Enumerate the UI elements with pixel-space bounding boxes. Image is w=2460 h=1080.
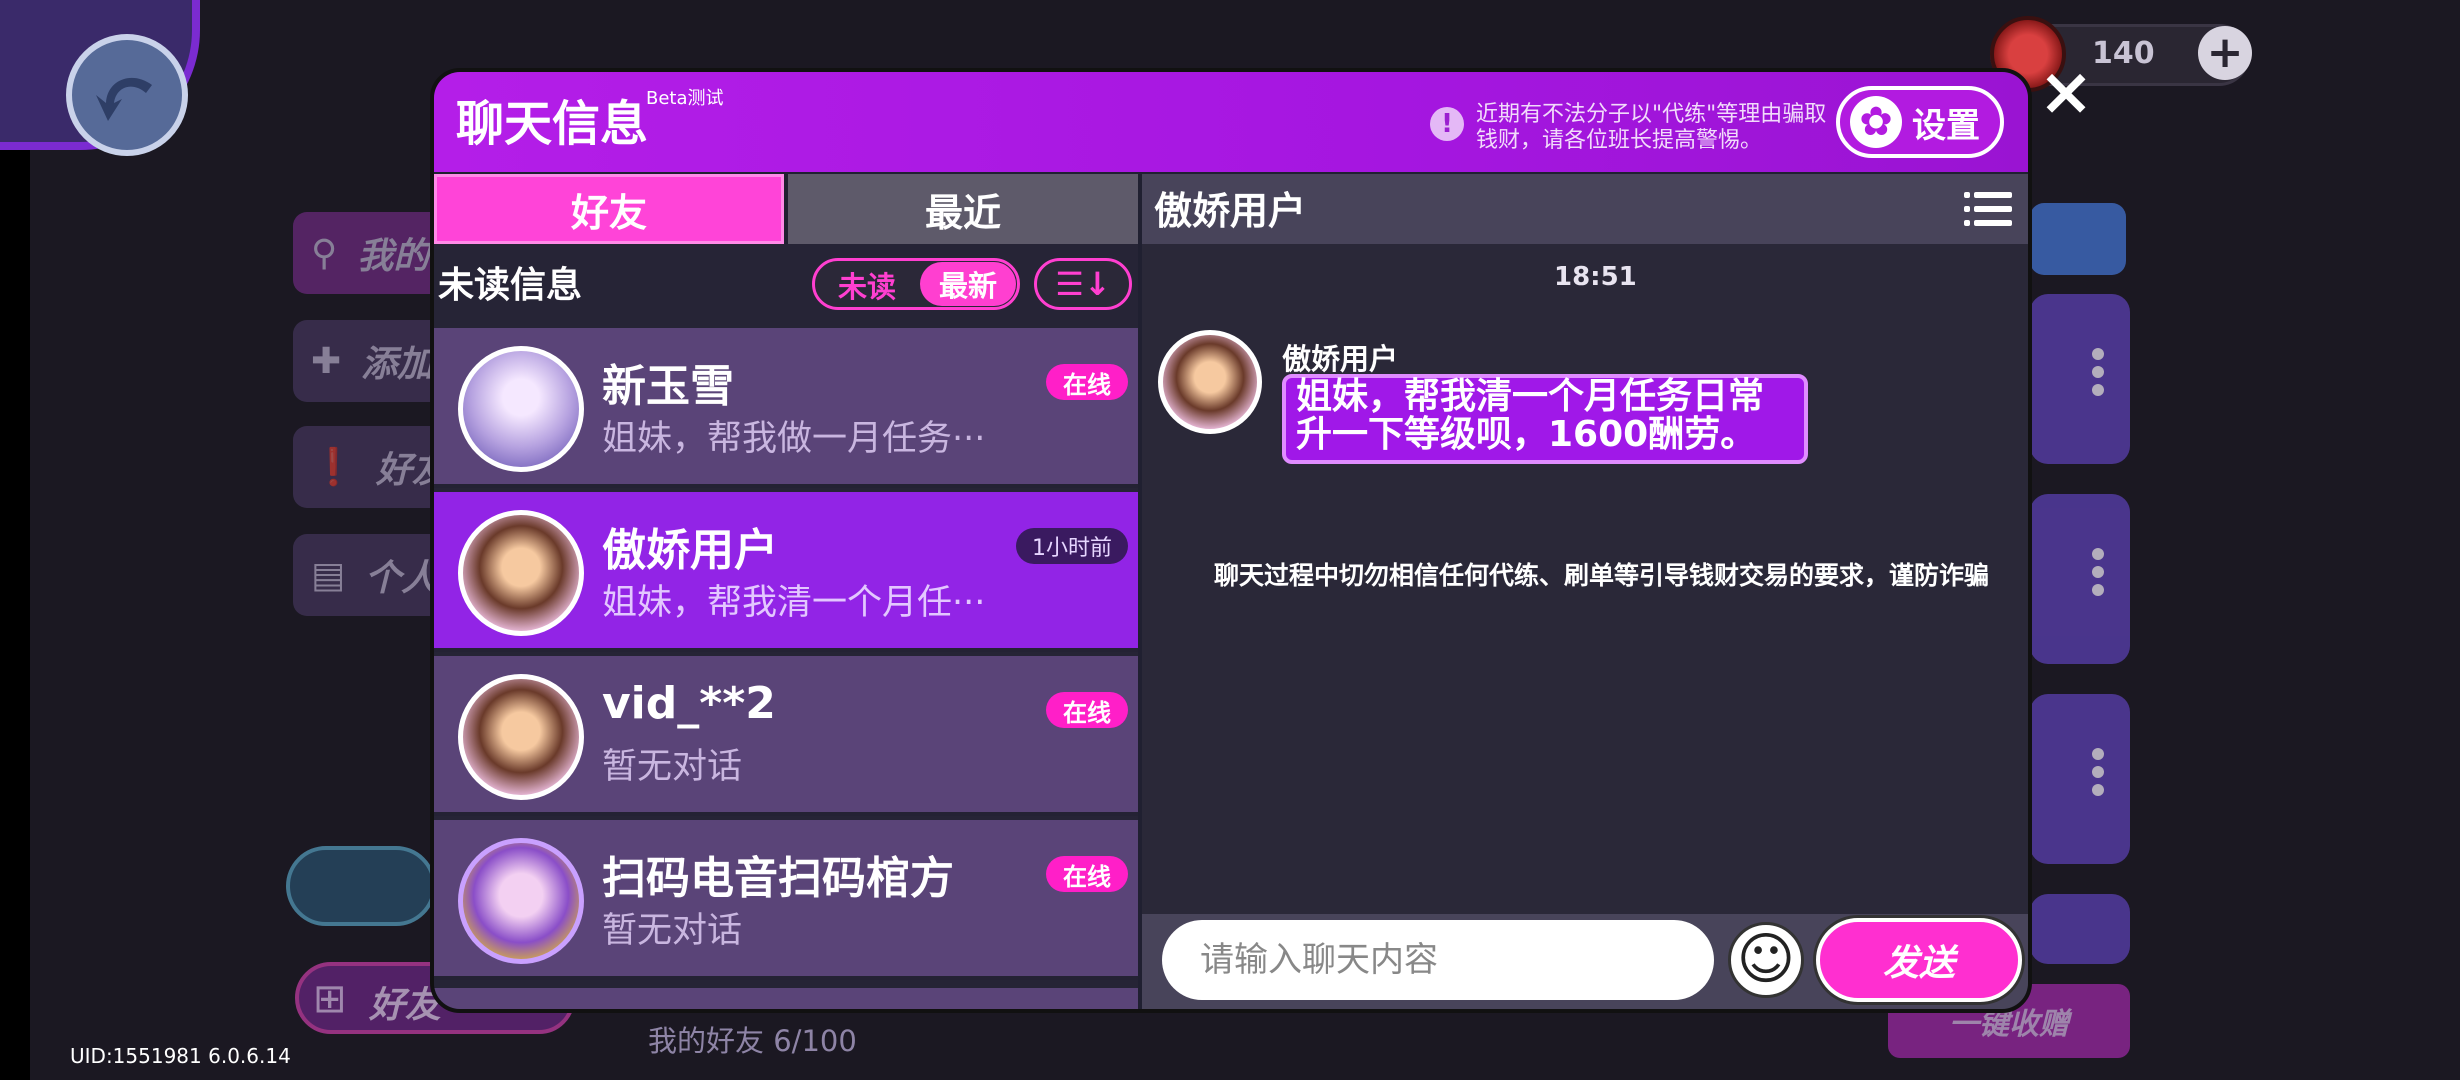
add-currency-button[interactable]: + — [2198, 26, 2252, 80]
status-badge: 在线 — [1046, 692, 1128, 728]
chat-dialog: 聊天信息 Beta测试 ! 近期有不法分子以"代练"等理由骗取钱财，请各位班长提… — [430, 68, 2032, 1013]
gift-icon: ⊞ — [313, 976, 347, 1022]
friend-card[interactable] — [2030, 494, 2130, 664]
message-preview: 暂无对话 — [602, 911, 743, 951]
add-friend-label: 添加 — [361, 344, 434, 385]
message-preview: 暂无对话 — [602, 747, 743, 787]
avatar — [458, 510, 584, 636]
friend-card[interactable] — [2030, 694, 2130, 864]
status-badge: 在线 — [1046, 856, 1128, 892]
filter-newest-option[interactable]: 最新 — [920, 262, 1016, 306]
add-diamond-icon: ✚ — [311, 340, 342, 382]
background-edge — [0, 0, 30, 1080]
avatar — [458, 346, 584, 472]
contact-name: 新玉雪 — [602, 361, 734, 412]
back-button[interactable] — [66, 34, 188, 156]
sort-icon[interactable]: ☰↓ — [1034, 258, 1132, 310]
cat-chat-button[interactable] — [286, 846, 436, 926]
status-badge: 在线 — [1046, 364, 1128, 400]
back-arrow-icon — [96, 77, 152, 121]
last-seen-badge: 1小时前 — [1016, 528, 1128, 564]
conversation-row[interactable] — [434, 988, 1138, 1009]
tab-friends[interactable]: 好友 — [434, 174, 784, 244]
settings-label: 设置 — [1912, 105, 1980, 146]
conversation-row[interactable]: 傲娇用户 姐妹，帮我清一个月任··· 1小时前 — [434, 492, 1138, 652]
message-bubble: 姐妹，帮我清一个月任务日常 升一下等级呗，1600酬劳。 — [1282, 374, 1808, 464]
more-icon[interactable] — [2092, 342, 2106, 402]
uid-version-text: UID:1551981 6.0.6.14 — [70, 1044, 291, 1068]
warning-icon: ! — [1430, 107, 1464, 141]
more-icon[interactable] — [2092, 542, 2106, 602]
sender-avatar[interactable] — [1158, 330, 1262, 434]
my-friends-label: 我的 — [357, 236, 430, 277]
currency-value: 140 — [2092, 36, 2155, 71]
settings-button[interactable]: ✿ 设置 — [1836, 86, 2004, 158]
profile-card-icon: ▤ — [311, 554, 346, 596]
friends-count: 我的好友 6/100 — [648, 1024, 857, 1058]
conversation-row[interactable]: 新玉雪 姐妹，帮我做一月任务··· 在线 — [434, 328, 1138, 488]
avatar — [458, 674, 584, 800]
beta-tag: Beta测试 — [646, 88, 724, 109]
message-preview: 姐妹，帮我做一月任务··· — [602, 419, 986, 459]
system-warning: 聊天过程中切勿相信任何代练、刷单等引导钱财交易的要求，谨防诈骗 — [1214, 561, 1990, 590]
emoji-icon[interactable]: ☺ — [1728, 922, 1804, 998]
menu-icon[interactable] — [1964, 190, 2012, 230]
message-timestamp: 18:51 — [1554, 262, 1637, 292]
message-preview: 姐妹，帮我清一个月任··· — [602, 583, 986, 623]
dialog-title: 聊天信息 — [456, 96, 649, 152]
chat-input[interactable] — [1162, 920, 1714, 1000]
sender-name: 傲娇用户 — [1282, 342, 1399, 376]
search-button[interactable] — [2030, 203, 2126, 275]
friend-card[interactable] — [2030, 894, 2130, 964]
close-icon[interactable]: × — [2036, 59, 2096, 125]
contact-name: vid_**2 — [602, 678, 776, 729]
conversation-row[interactable]: vid_**2 暂无对话 在线 — [434, 656, 1138, 816]
friend-card[interactable] — [2030, 294, 2130, 464]
avatar — [458, 838, 584, 964]
chat-title: 傲娇用户 — [1154, 189, 1307, 233]
tab-recent[interactable]: 最近 — [788, 174, 1138, 244]
unread-section-label: 未读信息 — [438, 265, 583, 306]
conversation-row[interactable]: 扫码电音扫码棺方 暂无对话 在线 — [434, 820, 1138, 980]
send-button[interactable]: 发送 — [1816, 918, 2022, 1002]
filter-unread-option[interactable]: 未读 — [838, 264, 896, 306]
gear-icon: ✿ — [1850, 96, 1902, 148]
person-pin-icon: ⚲ — [311, 232, 338, 274]
alert-bubble-icon: ❗ — [311, 447, 356, 488]
contact-name: 扫码电音扫码棺方 — [602, 853, 954, 904]
contact-name: 傲娇用户 — [602, 525, 778, 576]
more-icon[interactable] — [2092, 742, 2106, 802]
fraud-warning-text: 近期有不法分子以"代练"等理由骗取钱财，请各位班长提高警惕。 — [1476, 102, 1827, 153]
profile-label: 个人 — [365, 558, 438, 599]
